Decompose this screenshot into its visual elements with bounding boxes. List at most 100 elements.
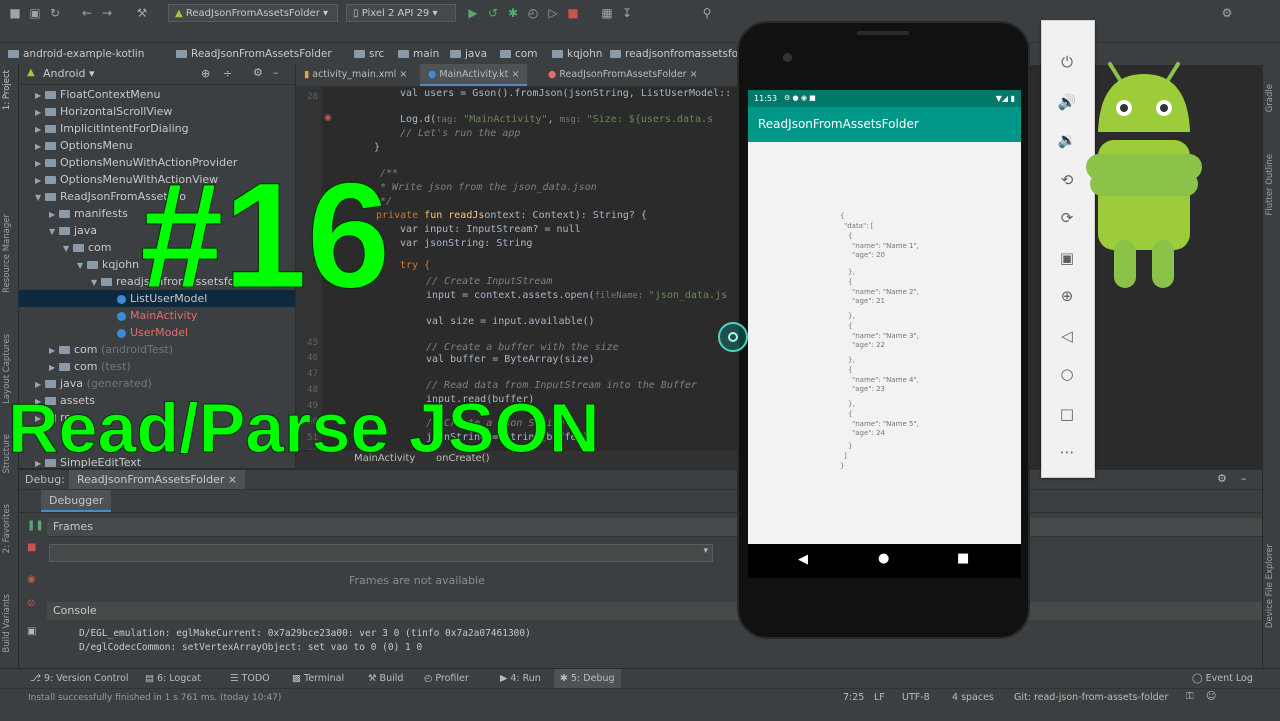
tab-todo[interactable]: ☰ TODO [230,669,270,689]
forward-icon[interactable]: → [100,6,114,20]
breadcrumb-item[interactable]: main [398,43,439,65]
apply-changes-icon[interactable]: ↺ [486,6,500,20]
debug-icon[interactable]: ✱ [506,6,520,20]
breadcrumb-item[interactable]: android-example-kotlin [8,43,144,65]
line-separator[interactable]: LF [874,692,885,703]
flutter-outline-tab[interactable]: Flutter Outline [1265,154,1275,215]
tab-activity-main[interactable]: ▮ activity_main.xml × [296,64,415,86]
favorites-tab[interactable]: 2: Favorites [2,504,12,553]
gear-icon[interactable]: ⚙ [1217,472,1227,485]
phone-screen[interactable]: 11:53 ⚙ ● ◉ ■ ▼◢ ▮ ReadJsonFromAssetsFol… [748,90,1021,544]
run-icon[interactable]: ▶ [466,6,480,20]
file-encoding[interactable]: UTF-8 [902,692,930,703]
json-text: } [848,442,853,450]
breadcrumb-item[interactable]: com [500,43,537,65]
avd-manager-icon[interactable]: ▦ [600,6,614,20]
rotate-left-icon[interactable]: ⟲ [1056,169,1078,191]
tree-item[interactable]: ▶ manifests [49,205,128,222]
view-breakpoints-icon[interactable]: ◉ [27,574,36,585]
locate-icon[interactable]: ⊕ [201,67,210,80]
tab-event-log[interactable]: ◯ Event Log [1192,669,1253,689]
tab-profiler[interactable]: ◴ Profiler [424,669,469,689]
hide-panel-icon[interactable]: – [273,66,279,79]
sdk-manager-icon[interactable]: ↧ [620,6,634,20]
tree-item[interactable]: ▼ java [49,222,97,239]
tree-item[interactable]: ▼ kqjohn [77,256,139,273]
home-icon[interactable]: ○ [1056,363,1078,385]
thread-selector[interactable]: ▾ [49,544,713,562]
more-icon[interactable]: ⋯ [1056,441,1078,463]
breakpoint-icon[interactable]: ◉ [324,113,332,123]
tab-debug[interactable]: ✱ 5: Debug [554,669,621,689]
tree-item[interactable]: ▶ FloatContextMenu [35,86,160,103]
back-icon[interactable]: ◁ [1056,325,1078,347]
lock-icon[interactable]: ⚿ [1186,691,1194,702]
project-tool-tab[interactable]: 1: Project [2,70,12,110]
tab-run[interactable]: ▶ 4: Run [500,669,541,689]
attach-debugger-icon[interactable]: ▷ [546,6,560,20]
settings-icon[interactable]: ⚙ [1220,6,1234,20]
stop-icon[interactable]: ■ [27,542,36,553]
collapse-all-icon[interactable]: ÷ [223,67,232,80]
tab-version-control[interactable]: ⎇ 9: Version Control [30,669,129,689]
pause-icon[interactable]: ❚❚ [27,520,44,531]
tab-main-activity[interactable]: ● MainActivity.kt × [420,64,528,86]
git-branch[interactable]: Git: read-json-from-assets-folder [1014,692,1168,703]
run-config-combo[interactable]: ▲ ReadJsonFromAssetsFolder ▾ [168,4,338,22]
tab-logcat[interactable]: ▤ 6: Logcat [145,669,201,689]
debug-tabs: Debugger [19,490,1262,513]
nav-back-icon[interactable]: ◀ [798,552,808,567]
gear-icon[interactable]: ⚙ [253,66,263,79]
tree-item[interactable]: UserModel [117,324,188,341]
mute-breakpoints-icon[interactable]: ⊘ [27,598,35,609]
gradle-tab[interactable]: Gradle [1265,84,1275,112]
indent-setting[interactable]: 4 spaces [952,692,994,703]
tree-item[interactable]: ▶ HorizontalScrollView [35,103,172,120]
hide-panel-icon[interactable]: – [1241,472,1247,485]
rotate-right-icon[interactable]: ⟳ [1056,207,1078,229]
tree-item[interactable]: ▶ OptionsMenu [35,137,133,154]
overview-icon[interactable]: □ [1056,403,1078,425]
tree-item[interactable]: ▶ com (test) [49,358,131,375]
breadcrumb-item[interactable]: kqjohn [552,43,602,65]
code-line: // Let's run the app [400,128,521,139]
tab-read-json[interactable]: ● ReadJsonFromAssetsFolder × [540,64,706,86]
nav-recents-icon[interactable]: ■ [957,551,969,566]
breadcrumb-item[interactable]: src [354,43,384,65]
tab-terminal[interactable]: ▩ Terminal [292,669,344,689]
profile-icon[interactable]: ◴ [526,6,540,20]
tree-item[interactable]: ▶ ImplicitIntentForDialing [35,120,189,137]
zoom-icon[interactable]: ⊕ [1056,285,1078,307]
tab-build[interactable]: ⚒ Build [368,669,403,689]
breadcrumb-item[interactable]: java [450,43,487,65]
build-variants-tab[interactable]: Build Variants [2,594,12,653]
stop-icon[interactable]: ■ [566,6,580,20]
debug-session-tab[interactable]: ReadJsonFromAssetsFolder × [69,470,246,489]
breadcrumb-item[interactable]: readjsonfromassetsfo [610,43,738,65]
camera-icon[interactable]: ▣ [1056,247,1078,269]
device-combo[interactable]: ▯ Pixel 2 API 29 ▾ [346,4,456,22]
save-icon[interactable]: ▣ [28,6,42,20]
tab-debugger[interactable]: Debugger [41,490,112,512]
device-file-explorer-tab[interactable]: Device File Explorer [1265,544,1275,628]
power-icon[interactable]: ⏻ [1056,51,1078,73]
folder-icon [398,50,409,58]
resource-manager-tab[interactable]: Resource Manager [2,214,12,293]
console-line: D/eglCodecCommon: setVertexArrayObject: … [79,642,423,653]
search-everywhere-icon[interactable]: ⚲ [700,6,714,20]
nav-home-icon[interactable]: ● [878,551,889,566]
open-folder-icon[interactable]: ■ [8,6,22,20]
inspector-icon[interactable]: ☺ [1206,691,1216,702]
sync-icon[interactable]: ↻ [48,6,62,20]
back-icon[interactable]: ← [80,6,94,20]
volume-up-icon[interactable]: 🔊 [1056,91,1078,113]
volume-down-icon[interactable]: 🔉 [1056,129,1078,151]
caret-position[interactable]: 7:25 [843,692,864,703]
tree-item[interactable]: ▶ com (androidTest) [49,341,173,358]
hammer-icon[interactable]: ⚒ [135,6,149,20]
tree-item[interactable]: ▼ com [63,239,112,256]
breadcrumb-item[interactable]: ReadJsonFromAssetsFolder [176,43,332,65]
project-view-selector[interactable]: Android ▾ [43,67,95,80]
speaker-grille [857,31,909,35]
camera-icon[interactable]: ▣ [27,626,36,637]
